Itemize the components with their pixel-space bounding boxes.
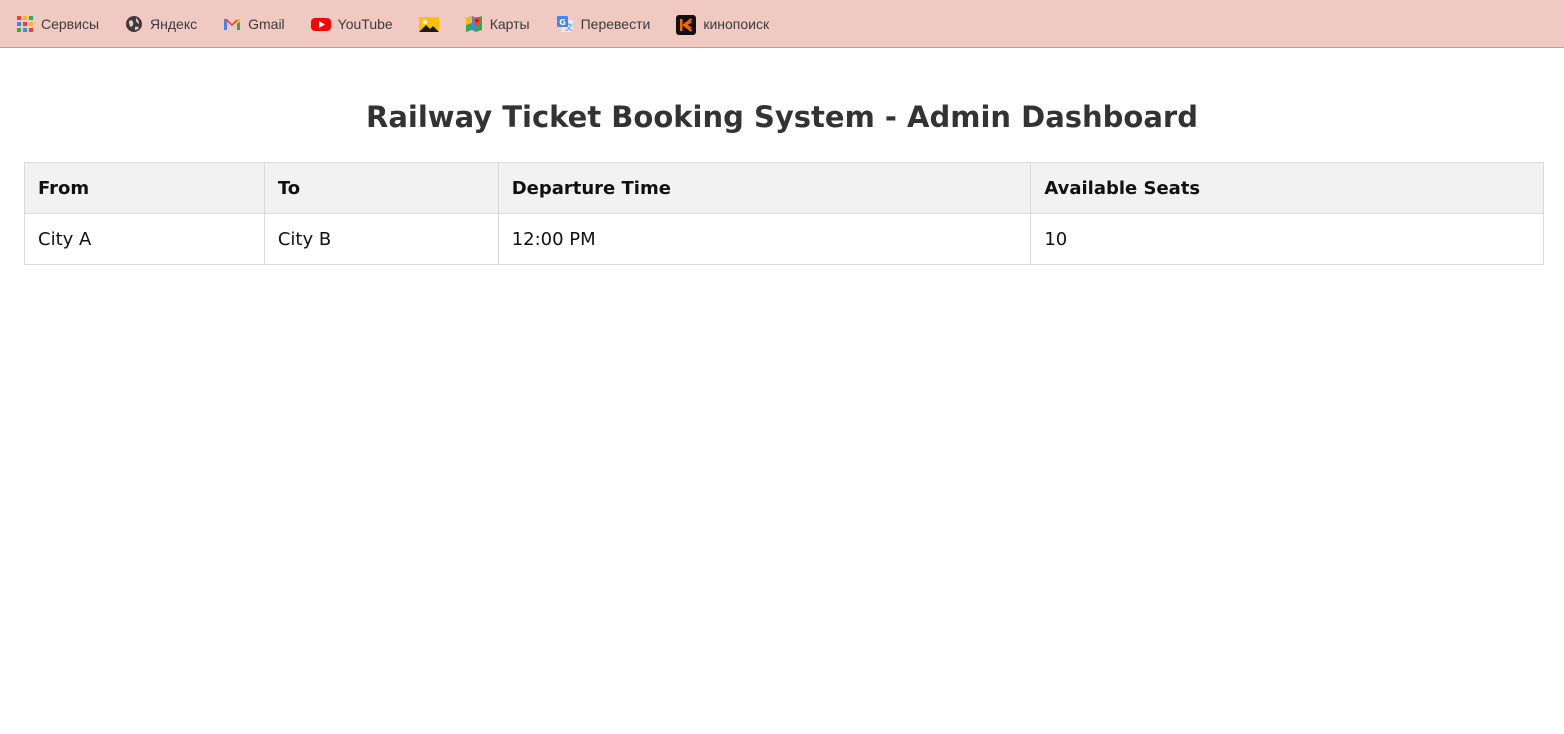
bookmarks-bar: Сервисы Яндекс Gmail YouTube Карты 文 G П… xyxy=(0,0,1564,48)
bookmark-label: YouTube xyxy=(337,15,393,32)
page-title: Railway Ticket Booking System - Admin Da… xyxy=(366,100,1198,134)
bookmark-translate[interactable]: 文 G Перевести xyxy=(556,10,651,38)
maps-icon xyxy=(465,15,483,33)
cell-from: City A xyxy=(24,213,265,265)
column-header-departure-time: Departure Time xyxy=(497,162,1032,214)
bookmark-label: кинопоиск xyxy=(703,15,770,32)
bookmark-youtube[interactable]: YouTube xyxy=(310,10,393,38)
cell-available-seats: 10 xyxy=(1030,213,1544,265)
bookmark-label: Карты xyxy=(489,15,530,32)
column-header-from: From xyxy=(24,162,265,214)
youtube-icon xyxy=(310,15,331,33)
table-header-row: From To Departure Time Available Seats xyxy=(24,162,1544,214)
kinopoisk-icon xyxy=(676,14,697,35)
bookmark-label: Перевести xyxy=(580,15,651,32)
routes-table: From To Departure Time Available Seats C… xyxy=(24,162,1544,265)
bookmark-label: Сервисы xyxy=(41,15,100,32)
table-row: City A City B 12:00 PM 10 xyxy=(24,213,1544,265)
cell-departure-time: 12:00 PM xyxy=(497,213,1032,265)
bookmark-gmail[interactable]: Gmail xyxy=(223,10,285,38)
bookmark-label: Gmail xyxy=(248,15,285,32)
apps-grid-icon xyxy=(16,15,34,33)
column-header-to: To xyxy=(263,162,499,214)
bookmark-kinopoisk[interactable]: кинопоиск xyxy=(676,10,769,38)
translate-icon: 文 G xyxy=(556,15,574,33)
bookmark-image[interactable] xyxy=(418,10,439,38)
bookmark-label: Яндекс xyxy=(150,15,198,32)
bookmark-yandex[interactable]: Яндекс xyxy=(125,10,197,38)
svg-text:G: G xyxy=(559,18,566,27)
column-header-available-seats: Available Seats xyxy=(1030,162,1544,214)
gmail-icon xyxy=(223,15,241,33)
image-icon xyxy=(418,15,439,33)
bookmark-maps[interactable]: Карты xyxy=(465,10,530,38)
globe-icon xyxy=(125,15,143,33)
cell-to: City B xyxy=(263,213,499,265)
bookmark-services[interactable]: Сервисы xyxy=(16,10,99,38)
